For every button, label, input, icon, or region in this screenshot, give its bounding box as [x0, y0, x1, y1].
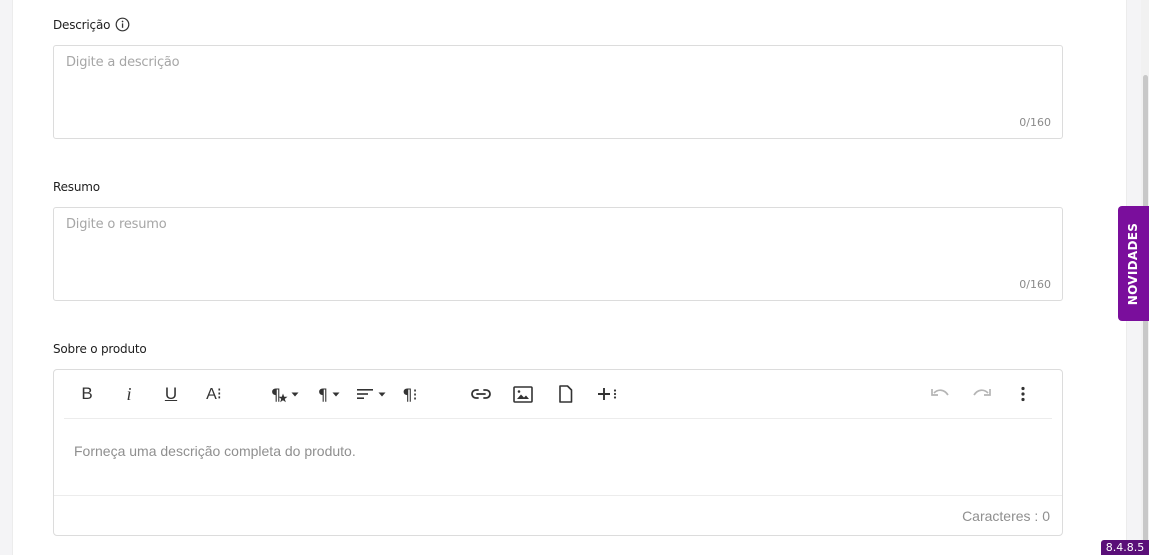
insert-file-button[interactable]: [554, 382, 576, 406]
descricao-textarea[interactable]: Digite a descrição 0/160: [53, 45, 1063, 139]
image-icon: [513, 385, 533, 403]
paragraph-icon: ¶: [317, 384, 329, 404]
link-icon: [471, 389, 491, 399]
undo-icon: [931, 389, 949, 396]
more-paragraph-button[interactable]: ¶⁝: [398, 382, 422, 406]
align-left-icon: [357, 389, 373, 399]
italic-button[interactable]: i: [118, 382, 140, 406]
redo-button[interactable]: [970, 382, 994, 406]
star-icon: [278, 393, 288, 403]
paragraph-style-button[interactable]: ¶: [268, 382, 302, 406]
novidades-tab[interactable]: NOVIDADES: [1118, 206, 1149, 321]
chevron-down-icon: [291, 392, 299, 396]
novidades-label: NOVIDADES: [1126, 222, 1141, 305]
resumo-placeholder: Digite o resumo: [66, 217, 167, 232]
resumo-textarea[interactable]: Digite o resumo 0/160: [53, 207, 1063, 301]
descricao-label-row: Descrição: [53, 17, 130, 32]
resumo-counter: 0/160: [1019, 278, 1051, 291]
insert-more-button[interactable]: [594, 382, 620, 406]
rich-text-editor[interactable]: B i U A⁝ ¶ ¶ ¶⁝ Forneça uma descrição co…: [53, 369, 1063, 536]
toolbar-divider: [64, 418, 1052, 419]
descricao-counter: 0/160: [1019, 116, 1051, 129]
editor-footer-divider: [54, 495, 1062, 496]
version-badge: 8.4.8.5: [1101, 540, 1149, 555]
sobre-label-row: Sobre o produto: [53, 342, 147, 356]
file-icon: [558, 385, 572, 403]
resumo-label: Resumo: [53, 180, 100, 194]
plus-more-icon: [598, 388, 617, 400]
undo-button[interactable]: [928, 382, 952, 406]
descricao-label: Descrição: [53, 17, 111, 32]
descricao-placeholder: Digite a descrição: [66, 55, 180, 70]
insert-link-button[interactable]: [469, 382, 493, 406]
paragraph-format-button[interactable]: ¶: [314, 382, 344, 406]
align-button[interactable]: [354, 382, 388, 406]
chevron-down-icon: [332, 392, 340, 396]
info-icon[interactable]: [115, 17, 130, 32]
more-options-button[interactable]: [1014, 382, 1032, 406]
redo-icon: [973, 389, 991, 396]
chevron-down-icon: [378, 392, 386, 396]
font-size-button[interactable]: A⁝: [202, 382, 226, 406]
kebab-menu-icon: [1021, 386, 1025, 402]
insert-image-button[interactable]: [511, 382, 535, 406]
page: Descrição Digite a descrição 0/160 Resum…: [0, 0, 1149, 555]
resumo-label-row: Resumo: [53, 180, 100, 194]
editor-toolbar: B i U A⁝ ¶ ¶ ¶⁝: [54, 370, 1062, 419]
paragraph-more-icon: ¶⁝: [402, 384, 418, 404]
character-count: Caracteres : 0: [962, 508, 1050, 524]
editor-placeholder: Forneça uma descrição completa do produt…: [74, 443, 356, 459]
underline-button[interactable]: U: [160, 382, 182, 406]
bold-button[interactable]: B: [76, 382, 98, 406]
sobre-label: Sobre o produto: [53, 342, 147, 356]
